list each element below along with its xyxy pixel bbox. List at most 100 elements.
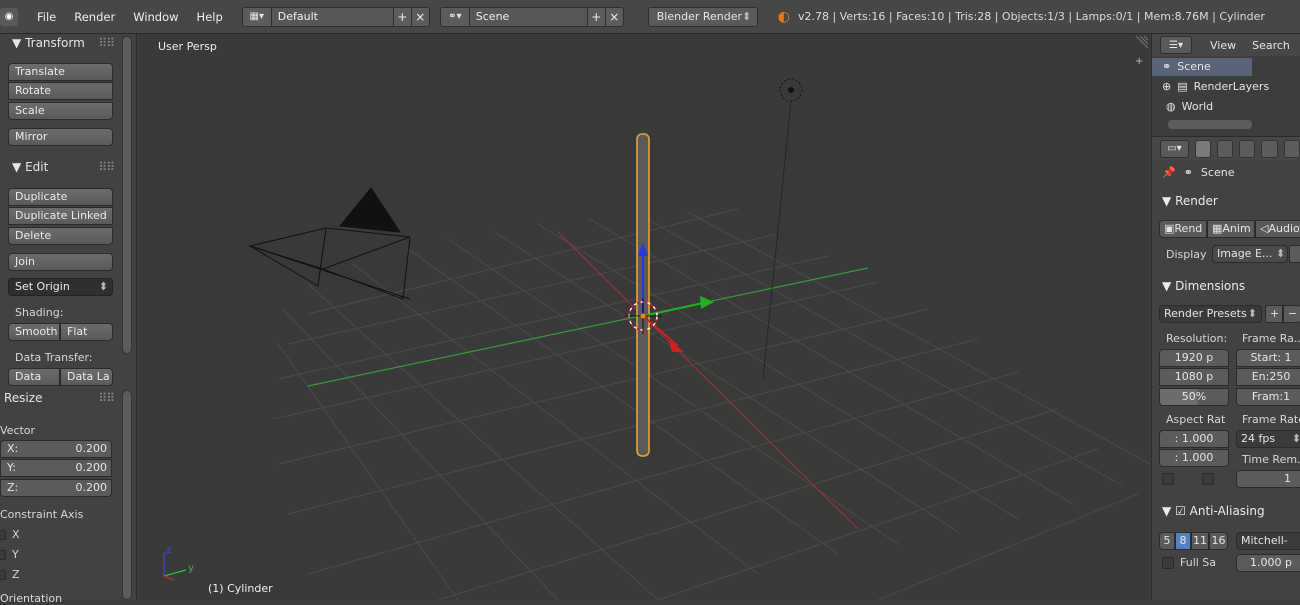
operator-panel-scrollbar[interactable] xyxy=(122,390,132,600)
time-remap-field[interactable]: 1 xyxy=(1236,470,1300,488)
remove-layout-button[interactable]: × xyxy=(411,6,430,27)
resolution-y-field[interactable]: 1080 p xyxy=(1159,368,1229,386)
add-preset-button[interactable]: + xyxy=(1265,305,1283,323)
lamp-line xyxy=(762,100,792,380)
editor-type-button[interactable]: ◉ xyxy=(0,7,18,26)
remove-preset-button[interactable]: − xyxy=(1283,305,1300,323)
menu-render[interactable]: Render xyxy=(65,10,124,24)
x-arrow-icon[interactable] xyxy=(669,340,684,352)
render-animation-button[interactable]: ▦Anim xyxy=(1207,220,1255,238)
add-scene-button[interactable]: + xyxy=(587,6,606,27)
outliner-row-world[interactable]: ◍ World xyxy=(1152,98,1252,116)
3d-viewport[interactable]: z y + User Persp (1) Cylinder xyxy=(138,34,1150,600)
scene-tab-icon[interactable] xyxy=(1239,139,1256,158)
anti-aliasing-panel-header[interactable]: ▼ ☑ Anti-Aliasing xyxy=(1152,500,1265,522)
aa-samples-5[interactable]: 5 xyxy=(1159,532,1175,550)
add-layout-button[interactable]: + xyxy=(393,6,412,27)
mirror-button[interactable]: Mirror xyxy=(8,128,113,146)
flat-button[interactable]: Flat xyxy=(60,323,113,341)
data-layout-button[interactable]: Data La xyxy=(60,368,113,386)
frame-step-field[interactable]: Fram:1 xyxy=(1236,388,1300,406)
display-dropdown[interactable]: Image E... ⬍ xyxy=(1212,245,1288,263)
aa-samples-16[interactable]: 16 xyxy=(1209,532,1228,550)
resolution-x-field[interactable]: 1920 p xyxy=(1159,349,1229,367)
viewport-scene[interactable]: z y + xyxy=(138,34,1150,600)
render-layers-tab-icon[interactable] xyxy=(1216,139,1234,158)
grip-icon[interactable]: ⠿⠿ xyxy=(98,34,115,52)
outliner-search-menu[interactable]: Search xyxy=(1252,39,1290,52)
edit-title: Edit xyxy=(25,160,49,174)
y-arrow-icon[interactable] xyxy=(700,296,714,309)
render-presets-dropdown[interactable]: Render Presets ⬍ xyxy=(1159,305,1262,323)
transform-panel-header[interactable]: ▼ Transform ⠿⠿ xyxy=(0,34,118,52)
frame-start-field[interactable]: Start: 1 xyxy=(1236,349,1300,367)
tool-shelf: ▼ Transform ⠿⠿ Translate Rotate Scale Mi… xyxy=(0,34,137,605)
data-transfer-button[interactable]: Data xyxy=(8,368,60,386)
join-button[interactable]: Join xyxy=(8,253,113,271)
border-checkbox[interactable] xyxy=(1162,473,1174,485)
set-origin-dropdown[interactable]: Set Origin ⬍ xyxy=(8,278,113,296)
full-sample-checkbox[interactable] xyxy=(1162,557,1174,569)
tool-shelf-scrollbar[interactable] xyxy=(122,36,132,354)
vector-x-field[interactable]: X: 0.200 xyxy=(0,440,112,458)
vector-y-field[interactable]: Y: 0.200 xyxy=(0,459,112,477)
properties-editor-type-button[interactable]: ▭▾ xyxy=(1160,139,1189,158)
dimensions-panel-header[interactable]: ▼ Dimensions xyxy=(1152,275,1245,297)
outliner-row-scene[interactable]: ⚭ Scene xyxy=(1152,58,1252,76)
outliner-editor-type-button[interactable]: ☰▾ xyxy=(1160,36,1192,54)
pin-icon[interactable]: 📌 xyxy=(1162,166,1176,179)
duplicate-linked-button[interactable]: Duplicate Linked xyxy=(8,207,113,225)
render-audio-button[interactable]: ◁Audio xyxy=(1255,220,1300,238)
grip-icon[interactable]: ⠿⠿ xyxy=(98,158,115,176)
aa-samples-11[interactable]: 11 xyxy=(1191,532,1209,550)
constraint-y-checkbox[interactable] xyxy=(0,550,6,560)
scene-field[interactable]: Scene xyxy=(469,6,588,27)
shading-label: Shading: xyxy=(15,306,64,319)
screen-layout-field[interactable]: Default xyxy=(271,6,394,27)
aspect-y-field[interactable]: : 1.000 xyxy=(1159,449,1229,467)
properties-toggle-icon[interactable]: + xyxy=(1135,56,1143,67)
constraint-z-checkbox[interactable] xyxy=(0,570,6,580)
menu-file[interactable]: File xyxy=(28,10,65,24)
smooth-button[interactable]: Smooth xyxy=(8,323,60,341)
aa-filter-dropdown[interactable]: Mitchell- xyxy=(1236,532,1300,550)
render-still-button[interactable]: ▣Rend xyxy=(1159,220,1207,238)
aa-samples-8[interactable]: 8 xyxy=(1175,532,1191,550)
object-tab-icon[interactable] xyxy=(1283,139,1300,158)
lock-icon[interactable] xyxy=(1289,245,1300,263)
outliner-view-menu[interactable]: View xyxy=(1210,39,1236,52)
grip-icon[interactable]: ⠿⠿ xyxy=(98,389,115,407)
frame-rate-dropdown[interactable]: 24 fps ⬍ xyxy=(1236,430,1300,448)
aspect-x-field[interactable]: : 1.000 xyxy=(1159,430,1229,448)
area-corner-icon[interactable] xyxy=(1135,35,1149,49)
duplicate-button[interactable]: Duplicate xyxy=(8,188,113,206)
render-engine-dropdown[interactable]: Blender Render ⬍ xyxy=(647,6,758,27)
outliner-scrollbar[interactable] xyxy=(1168,120,1252,129)
menu-help[interactable]: Help xyxy=(188,10,232,24)
edit-panel-header[interactable]: ▼ Edit ⠿⠿ xyxy=(0,158,118,176)
delete-button[interactable]: Delete xyxy=(8,227,113,245)
remove-scene-button[interactable]: × xyxy=(605,6,624,27)
rotate-button[interactable]: Rotate xyxy=(8,82,113,100)
y-manipulator[interactable] xyxy=(642,301,709,317)
resize-panel-header[interactable]: Resize ⠿⠿ xyxy=(0,389,118,407)
screen-layout-icon[interactable]: ▦▾ xyxy=(241,6,272,27)
render-tab-icon[interactable] xyxy=(1194,139,1211,158)
scene-icon[interactable]: ⚭▾ xyxy=(439,6,470,27)
constraint-z-label: Z xyxy=(12,568,20,581)
crop-checkbox[interactable] xyxy=(1202,473,1214,485)
world-tab-icon[interactable] xyxy=(1261,139,1278,158)
camera-object[interactable] xyxy=(248,187,411,300)
aa-filter-size-field[interactable]: 1.000 p xyxy=(1236,554,1300,572)
expand-plus-icon[interactable]: ⊕ xyxy=(1162,78,1171,96)
translate-button[interactable]: Translate xyxy=(8,63,113,81)
outliner-row-renderlayers[interactable]: ⊕ ▤ RenderLayers xyxy=(1152,78,1269,96)
scale-button[interactable]: Scale xyxy=(8,102,113,120)
frame-end-field[interactable]: En:250 xyxy=(1236,368,1300,386)
menu-window[interactable]: Window xyxy=(124,10,187,24)
resolution-percentage-slider[interactable]: 50% xyxy=(1159,388,1229,406)
vector-z-field[interactable]: Z: 0.200 xyxy=(0,479,112,497)
constraint-x-checkbox[interactable] xyxy=(0,530,6,540)
aa-enable-checkbox[interactable]: ☑ xyxy=(1175,504,1186,518)
render-panel-header[interactable]: ▼ Render xyxy=(1152,190,1218,212)
